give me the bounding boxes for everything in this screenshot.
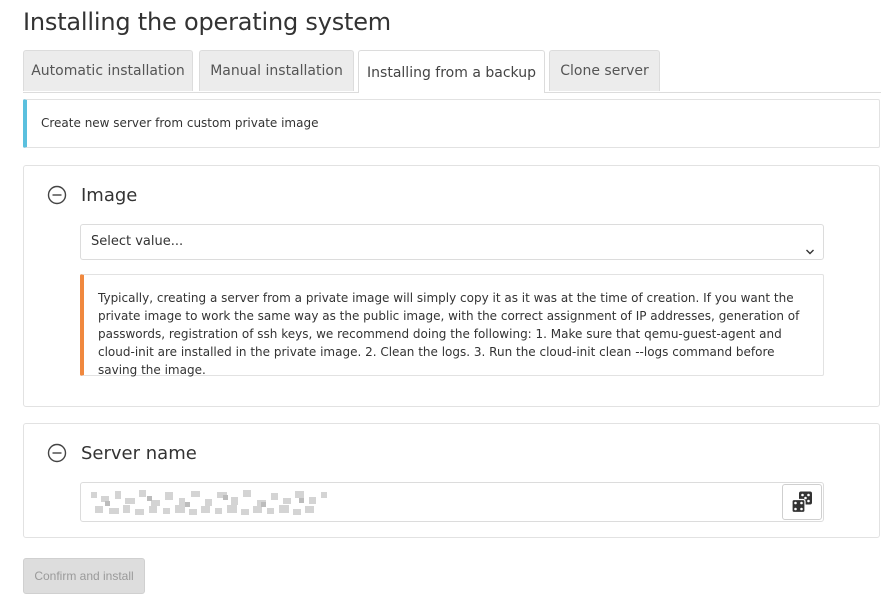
private-image-warning-text: Typically, creating a server from a priv… [98,291,800,377]
chevron-down-icon [805,237,815,255]
server-name-section: Server name [23,423,880,538]
private-image-warning: Typically, creating a server from a priv… [80,274,824,377]
server-name-section-title: Server name [81,442,197,464]
image-section: Image Select value... Typically, creatin… [23,165,880,407]
tab-manual-installation[interactable]: Manual installation [199,50,354,91]
info-message: Create new server from custom private im… [23,99,880,148]
tab-automatic-installation[interactable]: Automatic installation [23,50,193,91]
minus-circle-icon[interactable] [47,185,67,205]
server-name-input[interactable] [80,482,824,522]
tab-clone-server[interactable]: Clone server [549,50,660,91]
image-select-value: Select value... [91,234,184,249]
confirm-and-install-button[interactable]: Confirm and install [23,558,145,594]
image-select[interactable]: Select value... [80,224,824,260]
server-name-section-header[interactable]: Server name [47,442,197,464]
dice-icon [791,491,812,514]
image-section-title: Image [81,184,138,206]
tab-bar: Automatic installation Manual installati… [23,50,881,93]
page-title: Installing the operating system [23,8,391,36]
random-name-button[interactable] [782,484,822,520]
obscured-value [91,490,327,515]
tab-installing-from-backup[interactable]: Installing from a backup [358,50,545,93]
image-section-header[interactable]: Image [47,184,137,206]
minus-circle-icon[interactable] [47,443,67,463]
